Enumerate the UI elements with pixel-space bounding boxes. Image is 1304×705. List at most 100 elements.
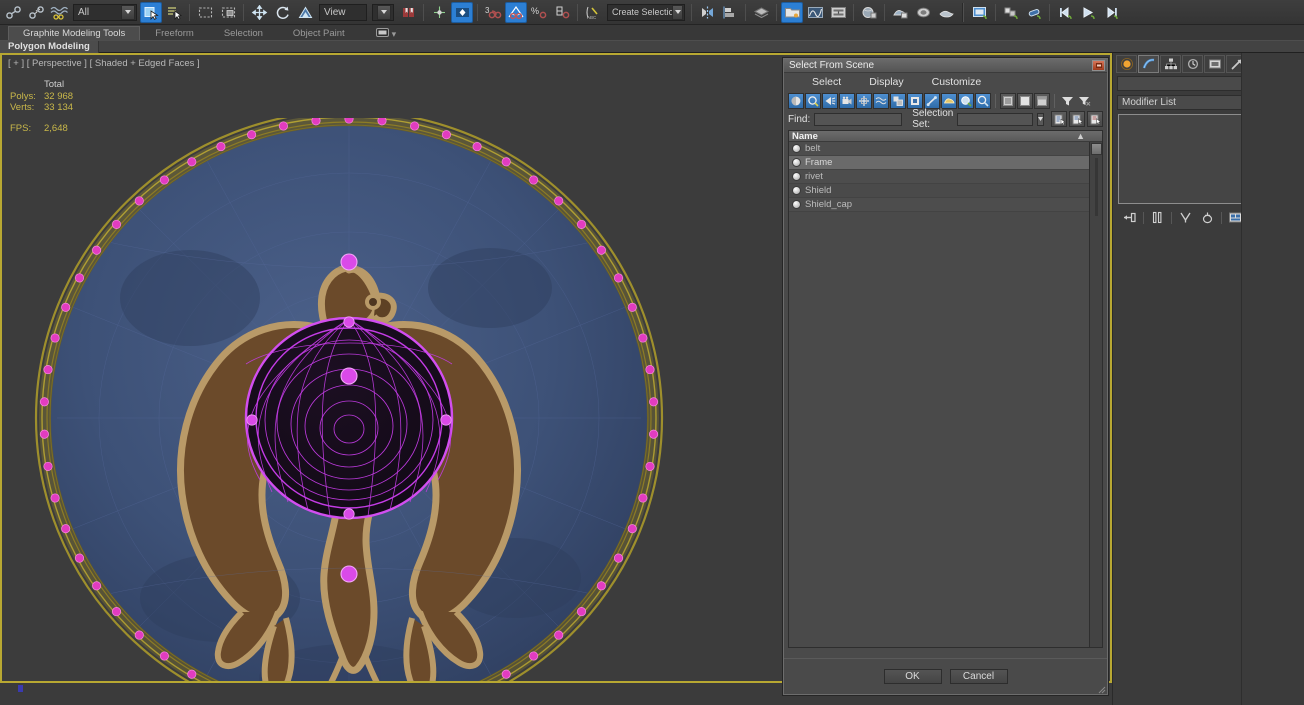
chevron-down-icon[interactable] <box>672 4 683 20</box>
ribbon-overflow[interactable]: ▾ <box>360 28 397 40</box>
list-item[interactable]: rivet <box>789 170 1089 184</box>
list-item[interactable]: Frame <box>789 156 1089 170</box>
mirror-icon[interactable] <box>696 2 718 23</box>
play-animation-icon[interactable] <box>1077 2 1099 23</box>
select-and-scale-icon[interactable] <box>294 2 316 23</box>
find-input[interactable] <box>814 112 903 126</box>
named-selection-sets-combo[interactable]: Create Selection Set <box>607 3 685 21</box>
list-body[interactable]: belt Frame rivet Shield Shield_cap <box>789 142 1089 647</box>
menu-customize[interactable]: Customize <box>918 76 996 88</box>
dialog-resize-grip[interactable] <box>1098 685 1106 694</box>
select-and-link-icon[interactable] <box>2 2 24 23</box>
object-visibility-icon[interactable] <box>792 158 801 167</box>
curve-editor-icon[interactable] <box>804 2 826 23</box>
advanced-filter-icon[interactable] <box>1076 93 1092 109</box>
rendered-frame-window-icon[interactable] <box>912 2 934 23</box>
viewport-label[interactable]: [ + ] [ Perspective ] [ Shaded + Edged F… <box>8 58 200 69</box>
list-column-header[interactable]: Name ▲ <box>789 131 1102 142</box>
display-shapes-icon[interactable] <box>805 92 821 109</box>
align-icon[interactable] <box>719 2 741 23</box>
filter-icon[interactable] <box>1059 93 1075 109</box>
remove-modifier-icon[interactable] <box>1199 210 1216 225</box>
project-folder-icon[interactable] <box>781 1 803 23</box>
reference-coordinate-system-combo[interactable]: View <box>319 3 367 21</box>
ok-button[interactable]: OK <box>883 669 942 684</box>
panel-display-icon[interactable] <box>375 28 389 40</box>
previous-keyframe-icon[interactable] <box>1054 2 1076 23</box>
edit-named-selection-sets-icon[interactable]: ABC <box>582 2 604 23</box>
rectangular-selection-region-icon[interactable] <box>194 2 216 23</box>
display-xrefs-icon[interactable] <box>907 92 923 109</box>
remove-from-set-icon[interactable] <box>1087 111 1104 127</box>
display-influences-icon[interactable] <box>1034 92 1050 109</box>
material-editor-icon[interactable] <box>858 2 880 23</box>
chevron-down-icon[interactable]: ▾ <box>392 29 397 40</box>
select-set-icon[interactable] <box>1051 111 1068 127</box>
create-tab[interactable] <box>1116 55 1137 73</box>
display-containers-icon[interactable] <box>941 92 957 109</box>
display-helpers-icon[interactable] <box>856 92 872 109</box>
render-production-icon[interactable] <box>935 2 957 23</box>
close-icon[interactable] <box>1092 60 1105 71</box>
display-tab[interactable] <box>1204 55 1225 73</box>
select-and-rotate-icon[interactable] <box>271 2 293 23</box>
render-setup-icon[interactable] <box>889 2 911 23</box>
chevron-down-icon[interactable] <box>121 4 135 20</box>
display-frozen-objects-icon[interactable] <box>958 92 974 109</box>
list-vertical-scrollbar[interactable] <box>1089 142 1102 647</box>
snaps-toggle-icon[interactable]: 3 <box>482 2 504 23</box>
use-center-flyout-icon[interactable] <box>397 2 419 23</box>
spinner-snap-toggle-icon[interactable] <box>551 2 573 23</box>
display-bone-objects-icon[interactable] <box>924 92 940 109</box>
make-unique-icon[interactable] <box>1177 210 1194 225</box>
object-visibility-icon[interactable] <box>792 144 801 153</box>
list-item[interactable]: Shield <box>789 184 1089 198</box>
tab-selection[interactable]: Selection <box>209 26 278 40</box>
tab-object-paint[interactable]: Object Paint <box>278 26 360 40</box>
next-keyframe-icon[interactable] <box>1100 2 1122 23</box>
angle-snap-toggle-icon[interactable] <box>505 1 527 23</box>
display-space-warps-icon[interactable] <box>873 92 889 109</box>
tab-freeform[interactable]: Freeform <box>140 26 209 40</box>
scene-object-list[interactable]: Name ▲ belt Frame rivet Shield Shield_ca… <box>788 130 1103 648</box>
select-and-manipulate-icon[interactable] <box>451 1 473 23</box>
list-item[interactable]: Shield_cap <box>789 198 1089 212</box>
chevron-down-icon[interactable] <box>377 4 391 20</box>
percent-snap-toggle-icon[interactable]: % <box>528 2 550 23</box>
scrollbar-track[interactable] <box>1095 158 1098 216</box>
display-geometry-icon[interactable] <box>788 92 804 109</box>
select-from-scene-dialog[interactable]: Select From Scene Select Display Customi… <box>783 58 1108 695</box>
display-cameras-icon[interactable] <box>839 92 855 109</box>
unlink-selection-icon[interactable] <box>25 2 47 23</box>
motion-tab[interactable] <box>1182 55 1203 73</box>
layer-manager-icon[interactable] <box>750 2 772 23</box>
display-lights-icon[interactable] <box>822 92 838 109</box>
ref-coord-dropdown[interactable] <box>372 3 394 21</box>
selection-filter-combo[interactable]: All <box>73 3 137 21</box>
display-hidden-objects-icon[interactable] <box>975 92 991 109</box>
modify-tab[interactable] <box>1138 55 1159 73</box>
sort-ascending-icon[interactable]: ▲ <box>1076 131 1099 141</box>
list-item[interactable]: belt <box>789 142 1089 156</box>
chevron-down-icon[interactable] <box>1037 112 1045 126</box>
dialog-title-bar[interactable]: Select From Scene <box>784 59 1107 73</box>
bind-to-space-warp-icon[interactable] <box>48 2 70 23</box>
scrollbar-thumb[interactable] <box>1091 143 1102 155</box>
menu-select[interactable]: Select <box>798 76 855 88</box>
schematic-view-icon[interactable] <box>827 2 849 23</box>
object-visibility-icon[interactable] <box>792 186 801 195</box>
select-by-name-icon[interactable] <box>163 2 185 23</box>
selection-set-input[interactable] <box>957 112 1034 126</box>
pin-stack-icon[interactable] <box>1121 210 1138 225</box>
menu-display[interactable]: Display <box>855 76 917 88</box>
display-groups-icon[interactable] <box>890 92 906 109</box>
display-children-icon[interactable] <box>1017 92 1033 109</box>
add-to-set-icon[interactable] <box>1069 111 1086 127</box>
show-end-result-icon[interactable] <box>1149 210 1166 225</box>
containers-icon[interactable] <box>1000 2 1022 23</box>
object-visibility-icon[interactable] <box>792 172 801 181</box>
use-pivot-point-center-icon[interactable] <box>428 2 450 23</box>
tab-graphite-modeling-tools[interactable]: Graphite Modeling Tools <box>8 26 141 40</box>
pill-icon[interactable] <box>1023 2 1045 23</box>
scene-explorer-icon[interactable] <box>969 2 991 23</box>
